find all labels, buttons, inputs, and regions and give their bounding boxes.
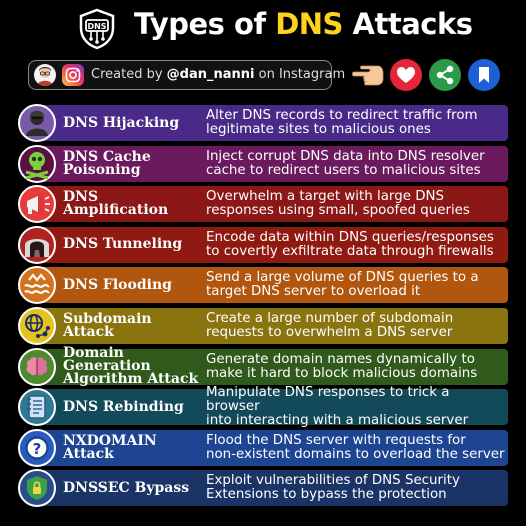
attack-name-line1: DNS Hijacking [63,114,180,131]
attack-name: DNS Amplification [63,185,205,223]
attack-row: Domain Generation Algorithm Attack Generat… [18,345,508,388]
svg-text:?: ? [33,440,42,458]
attack-description: Generate domain names dynamically to make… [206,348,506,386]
attack-row: DNS Flooding Send a large volume of DNS q… [18,266,508,305]
attack-name-line2: Algorithm Attack [63,371,199,388]
question-icon: ? [18,428,56,467]
credit-suffix: on Instagram [258,67,346,82]
attack-description: Exploit vulnerabilities of DNS Security E… [206,469,506,507]
attack-name: DNS Hijacking [63,104,205,142]
attack-description: Send a large volume of DNS queries to at… [206,266,506,304]
attack-description-line2: cache to redirect users to malicious sit… [206,162,481,178]
attack-description-line2: target DNS server to overload it [206,284,421,300]
attack-name: DNSSEC Bypass [63,469,205,507]
hacker-icon [18,104,56,142]
attack-description-line1: Generate domain names dynamically to [206,351,475,367]
credit-text: Created by @dan_nanni on Instagram [91,67,345,82]
attack-description-line2: non-existent domains to overload the ser… [206,446,505,462]
globe-network-icon [18,307,56,345]
attack-description: Alter DNS records to redirect traffic fr… [206,104,506,142]
credit-handle[interactable]: @dan_nanni [167,67,255,82]
pointing-hand-icon [352,61,384,89]
attack-name: DNS Tunneling [63,226,205,264]
megaphone-icon [18,185,56,224]
attack-name-line1: DNS Flooding [63,276,172,293]
heart-button[interactable] [390,59,422,91]
attack-description-line2: responses using small, spoofed queries [206,203,470,219]
attack-row: DNSSEC Bypass Exploit vulnerabilities of … [18,469,508,508]
attack-description-line2: make it hard to block malicious domains [206,365,478,381]
attack-description-line1: Encode data within DNS queries/responses [206,229,494,245]
attack-name-line1: NXDOMAIN Attack [63,432,157,462]
attack-row: DNS Amplification Overwhelm a target with… [18,185,508,224]
attack-description: Create a large number of subdomain reques… [206,307,506,345]
attack-name: Subdomain Attack [63,307,205,345]
share-icon [436,65,454,85]
attack-description-line2: requests to overwhelm a DNS server [206,325,453,340]
attack-description-line2: to covertly exfiltrate data through fire… [206,243,494,259]
shield-icon [18,469,56,508]
dns-logo-icon: DNS [76,8,118,50]
title-prefix: Types of [134,7,266,41]
attack-row: DNS Cache Poisoning Inject corrupt DNS dat… [18,144,508,183]
title-suffix: Attacks [352,7,473,41]
attack-description-line1: Flood the DNS server with requests for [206,432,466,448]
attack-name: DNS Cache Poisoning [63,145,205,183]
attack-row: ? NXDOMAIN Attack Flood the DNS server wit… [18,428,508,467]
heart-icon [397,67,415,83]
attack-name-line1: Subdomain Attack [63,311,152,340]
attack-name-line1: DNS Tunneling [63,236,183,253]
attack-name: DNS Flooding [63,266,205,304]
bookmark-icon [479,67,489,83]
credit-bar[interactable]: Created by @dan_nanni on Instagram [28,60,345,90]
page-title: Types of DNS Attacks [134,7,473,41]
attack-description-line1: Send a large volume of DNS queries to a [206,270,479,286]
notebook-icon [18,388,56,427]
poison-skull-icon [18,144,56,183]
attack-name-line1: DNSSEC Bypass [63,479,190,496]
attack-row: Subdomain Attack Create a large number of… [18,307,508,345]
bookmark-button[interactable] [468,59,500,91]
attack-row: DNS Tunneling Encode data within DNS quer… [18,225,508,264]
attack-description-line1: Inject corrupt DNS data into DNS resolve… [206,148,485,164]
header: DNS Types of DNS Attacks [0,0,526,52]
attack-description: Flood the DNS server with requests for no… [206,429,506,467]
attack-description-line2: into interacting with a malicious server [206,413,469,429]
attack-description: Overwhelm a target with large DNS respons… [206,185,506,223]
attack-name: Domain Generation Algorithm Attack [63,345,205,388]
attack-description-line1: Manipulate DNS responses to trick a brow… [206,385,450,415]
share-button[interactable] [429,59,461,91]
attack-name-line1: DNS Amplification [63,189,169,219]
logo-text: DNS [87,22,106,31]
attack-row: DNS Rebinding Manipulate DNS responses to… [18,385,508,429]
attack-description: Manipulate DNS responses to trick a brow… [206,385,506,429]
instagram-icon [62,64,84,86]
brain-circuit-icon [18,347,56,386]
flood-icon [18,266,56,305]
attack-description-line1: Exploit vulnerabilities of DNS Security [206,473,460,489]
attack-description-line1: Alter DNS records to redirect traffic fr… [206,108,478,123]
attack-description-line1: Overwhelm a target with large DNS [206,189,445,205]
attack-description: Encode data within DNS queries/responses… [206,226,506,264]
attack-description-line2: legitimate sites to malicious ones [206,122,431,137]
attack-name-line1: Domain Generation [63,345,151,375]
attack-name: NXDOMAIN Attack [63,429,205,467]
avatar [34,64,56,86]
attack-name: DNS Rebinding [63,388,205,426]
credit-prefix: Created by [91,67,163,82]
attack-description-line1: Create a large number of subdomain [206,311,454,326]
attack-name-line2: Poisoning [63,161,141,178]
tunnel-icon [18,225,56,264]
attack-name-line1: DNS Rebinding [63,398,184,415]
attack-description-line2: Extensions to bypass the protection [206,487,447,503]
title-accent: DNS [275,7,343,41]
attack-row: DNS Hijacking Alter DNS records to redire… [18,104,508,142]
attack-description: Inject corrupt DNS data into DNS resolve… [206,145,506,183]
